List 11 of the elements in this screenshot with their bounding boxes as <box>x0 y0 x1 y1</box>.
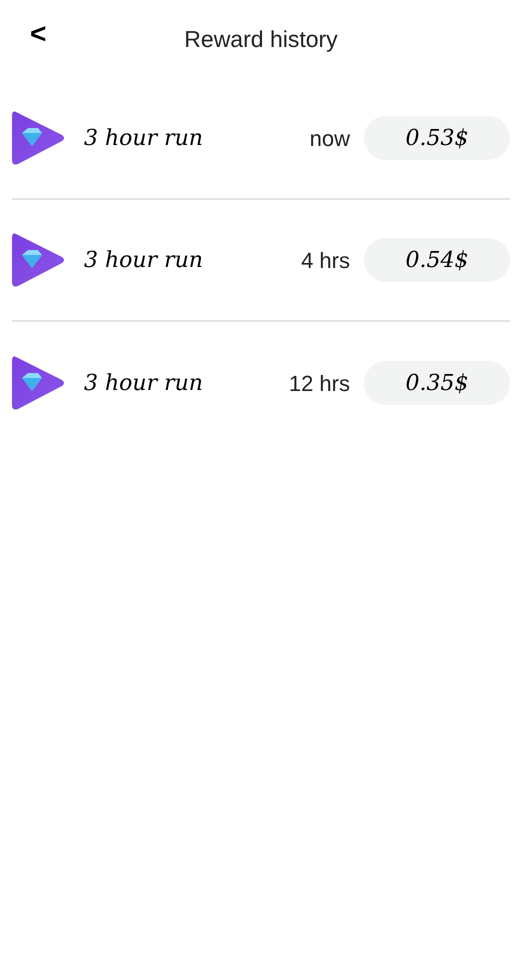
amount-pill: 0.53$ <box>364 116 510 160</box>
page-title: Reward history <box>184 24 338 54</box>
reward-title: 3 hour run <box>84 246 203 274</box>
amount-pill: 0.35$ <box>364 361 510 405</box>
reward-title: 3 hour run <box>84 124 203 152</box>
back-button[interactable]: < <box>30 20 46 48</box>
reward-title: 3 hour run <box>84 370 203 398</box>
amount-pill: 0.54$ <box>364 238 510 282</box>
time-label: 12 hrs <box>288 370 350 398</box>
time-label: now <box>310 124 350 152</box>
time-label: 4 hrs <box>301 246 350 274</box>
